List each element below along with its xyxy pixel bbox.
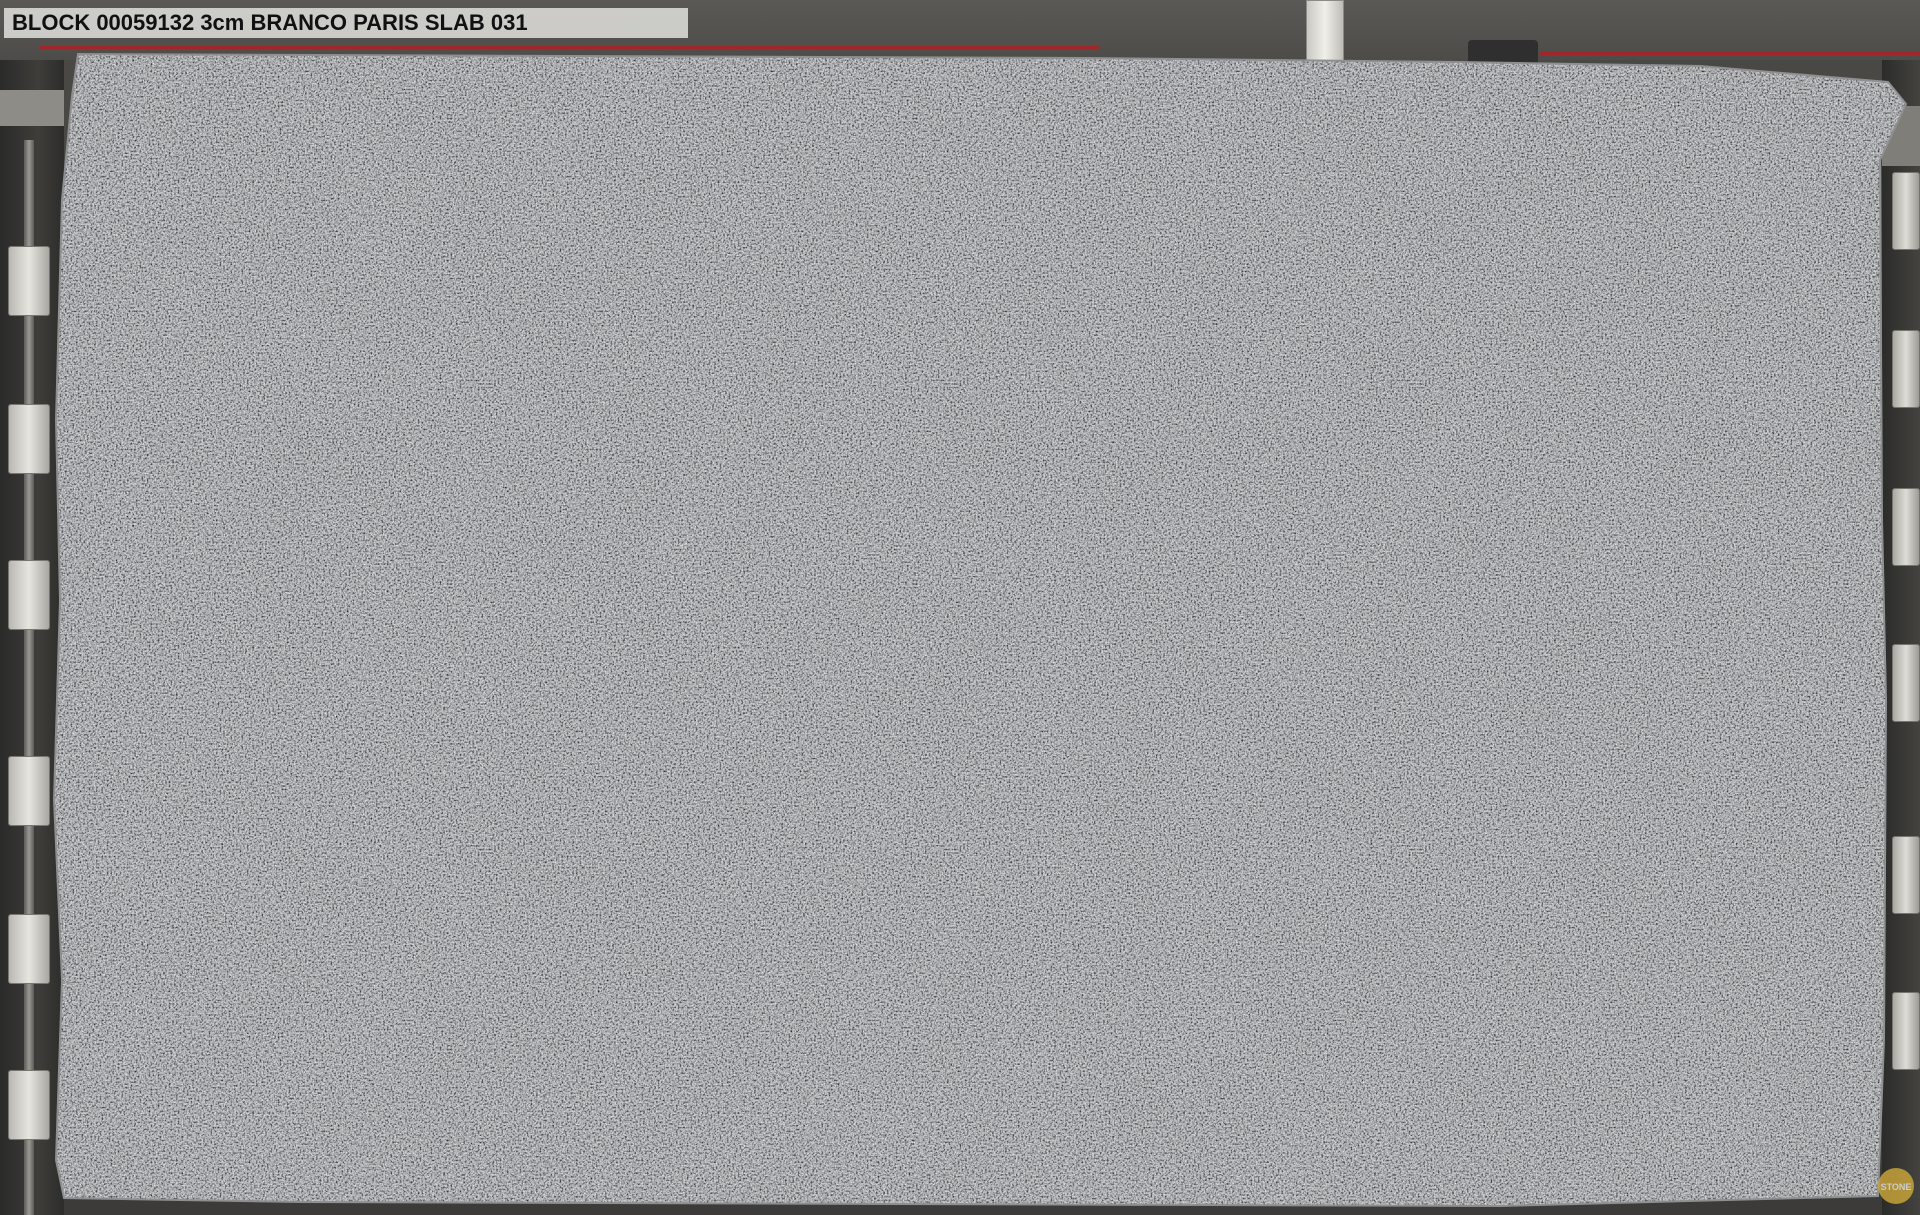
watermark-text: STONE xyxy=(1881,1182,1912,1192)
slab-photo: BLOCK 00059132 3cm BRANCO PARIS SLAB 031… xyxy=(0,0,1920,1215)
stone-logo-icon: STONE xyxy=(1876,1166,1916,1206)
slab-caption: BLOCK 00059132 3cm BRANCO PARIS SLAB 031 xyxy=(4,8,688,38)
granite-slab xyxy=(0,0,1920,1215)
